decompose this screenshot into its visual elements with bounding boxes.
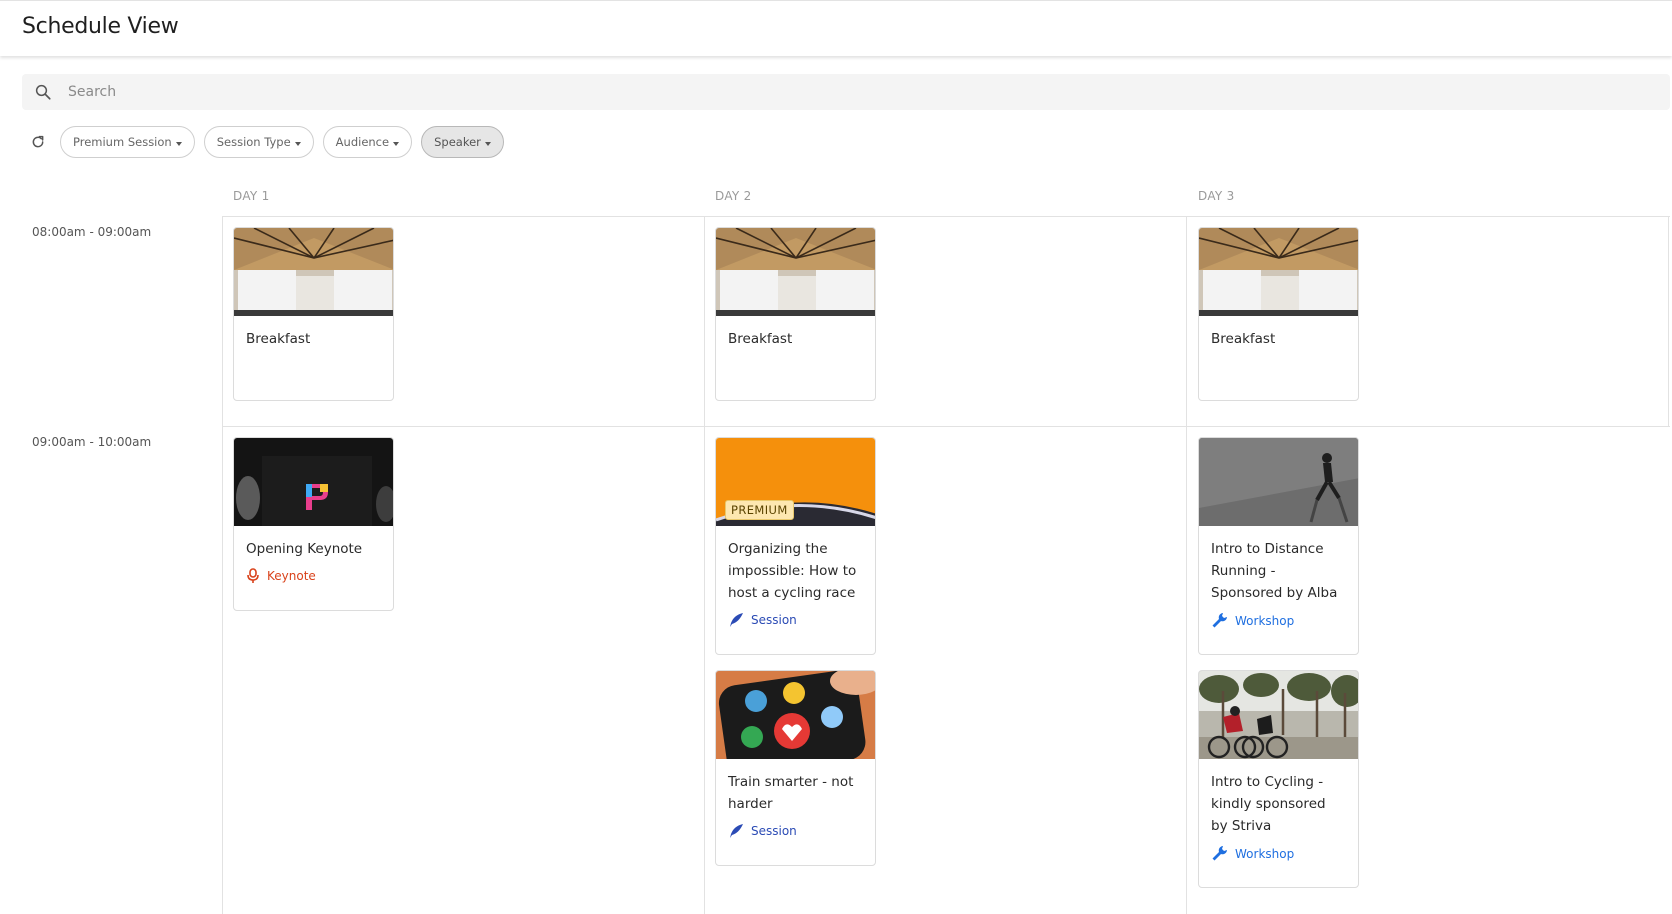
session-card-breakfast-day1[interactable]: Breakfast xyxy=(233,227,394,401)
session-type-tag: Session xyxy=(716,604,875,628)
filter-session-type[interactable]: Session Type xyxy=(203,126,314,158)
session-type-label: Session xyxy=(751,613,797,627)
app-header: Schedule View xyxy=(0,0,1672,56)
quill-icon xyxy=(730,613,743,627)
session-title: Breakfast xyxy=(728,331,793,347)
caret-down-icon xyxy=(393,141,400,146)
filter-audience[interactable]: Audience xyxy=(322,126,413,158)
session-type-label: Keynote xyxy=(267,569,316,583)
session-title: Breakfast xyxy=(246,331,311,347)
grid-line xyxy=(222,216,1670,217)
session-image xyxy=(1199,438,1358,526)
session-image xyxy=(234,228,393,316)
filter-label: Speaker xyxy=(434,135,481,149)
session-image xyxy=(716,228,875,316)
filter-premium-session[interactable]: Premium Session xyxy=(60,126,195,158)
session-title: Intro to Cycling - kindly sponsored by S… xyxy=(1211,774,1326,834)
session-image: PREMIUM xyxy=(716,438,875,526)
search-bar[interactable] xyxy=(22,74,1670,110)
session-card-breakfast-day3[interactable]: Breakfast xyxy=(1198,227,1359,401)
session-type-tag: Workshop xyxy=(1199,604,1358,629)
session-image xyxy=(1199,228,1358,316)
filter-label: Session Type xyxy=(216,135,291,149)
session-type-tag: Session xyxy=(716,815,875,839)
grid-line xyxy=(222,426,1670,427)
filter-label: Premium Session xyxy=(73,135,172,149)
session-title: Organizing the impossible: How to host a… xyxy=(728,541,857,601)
refresh-button[interactable] xyxy=(22,126,54,158)
filter-speaker[interactable]: Speaker xyxy=(421,126,504,158)
session-type-label: Session xyxy=(751,824,797,838)
search-input[interactable] xyxy=(68,74,1568,110)
session-title: Train smarter - not harder xyxy=(728,774,854,812)
wrench-icon xyxy=(1212,613,1227,628)
premium-badge: PREMIUM xyxy=(725,500,794,520)
session-image xyxy=(1199,671,1358,759)
day-column-2 xyxy=(704,216,705,914)
session-type-label: Workshop xyxy=(1235,613,1295,628)
session-card-distance-running[interactable]: Intro to Distance Running - Sponsored by… xyxy=(1198,437,1359,655)
day-header-2: DAY 2 xyxy=(715,189,752,203)
caret-down-icon xyxy=(175,141,182,146)
day-header-3: DAY 3 xyxy=(1198,189,1235,203)
search-icon xyxy=(35,84,51,100)
time-slot-label: 09:00am - 10:00am xyxy=(32,435,152,449)
day-header-1: DAY 1 xyxy=(233,189,270,203)
page-title: Schedule View xyxy=(22,14,179,39)
session-image xyxy=(716,671,875,759)
filter-label: Audience xyxy=(335,135,390,149)
session-card-intro-cycling[interactable]: Intro to Cycling - kindly sponsored by S… xyxy=(1198,670,1359,888)
session-card-breakfast-day2[interactable]: Breakfast xyxy=(715,227,876,401)
session-title: Opening Keynote xyxy=(246,541,363,557)
session-type-label: Workshop xyxy=(1235,846,1295,861)
session-type-tag: Keynote xyxy=(234,560,393,584)
time-slot-label: 08:00am - 09:00am xyxy=(32,225,152,239)
session-card-opening-keynote[interactable]: Opening Keynote Keynote xyxy=(233,437,394,611)
session-type-tag: Workshop xyxy=(1199,837,1358,862)
session-title: Intro to Distance Running - Sponsored by… xyxy=(1211,541,1338,601)
day-column-end xyxy=(1668,216,1669,426)
day-column-1 xyxy=(222,216,223,914)
quill-icon xyxy=(730,824,743,838)
wrench-icon xyxy=(1212,846,1227,861)
caret-down-icon xyxy=(484,141,491,146)
refresh-icon xyxy=(32,135,44,148)
caret-down-icon xyxy=(294,141,301,146)
session-title: Breakfast xyxy=(1211,331,1276,347)
microphone-icon xyxy=(247,568,259,583)
session-image xyxy=(234,438,393,526)
session-card-cycling-race[interactable]: PREMIUM Organizing the impossible: How t… xyxy=(715,437,876,655)
day-column-3 xyxy=(1186,216,1187,914)
session-card-train-smarter[interactable]: Train smarter - not harder Session xyxy=(715,670,876,866)
filter-bar: Premium Session Session Type Audience Sp… xyxy=(22,126,513,158)
